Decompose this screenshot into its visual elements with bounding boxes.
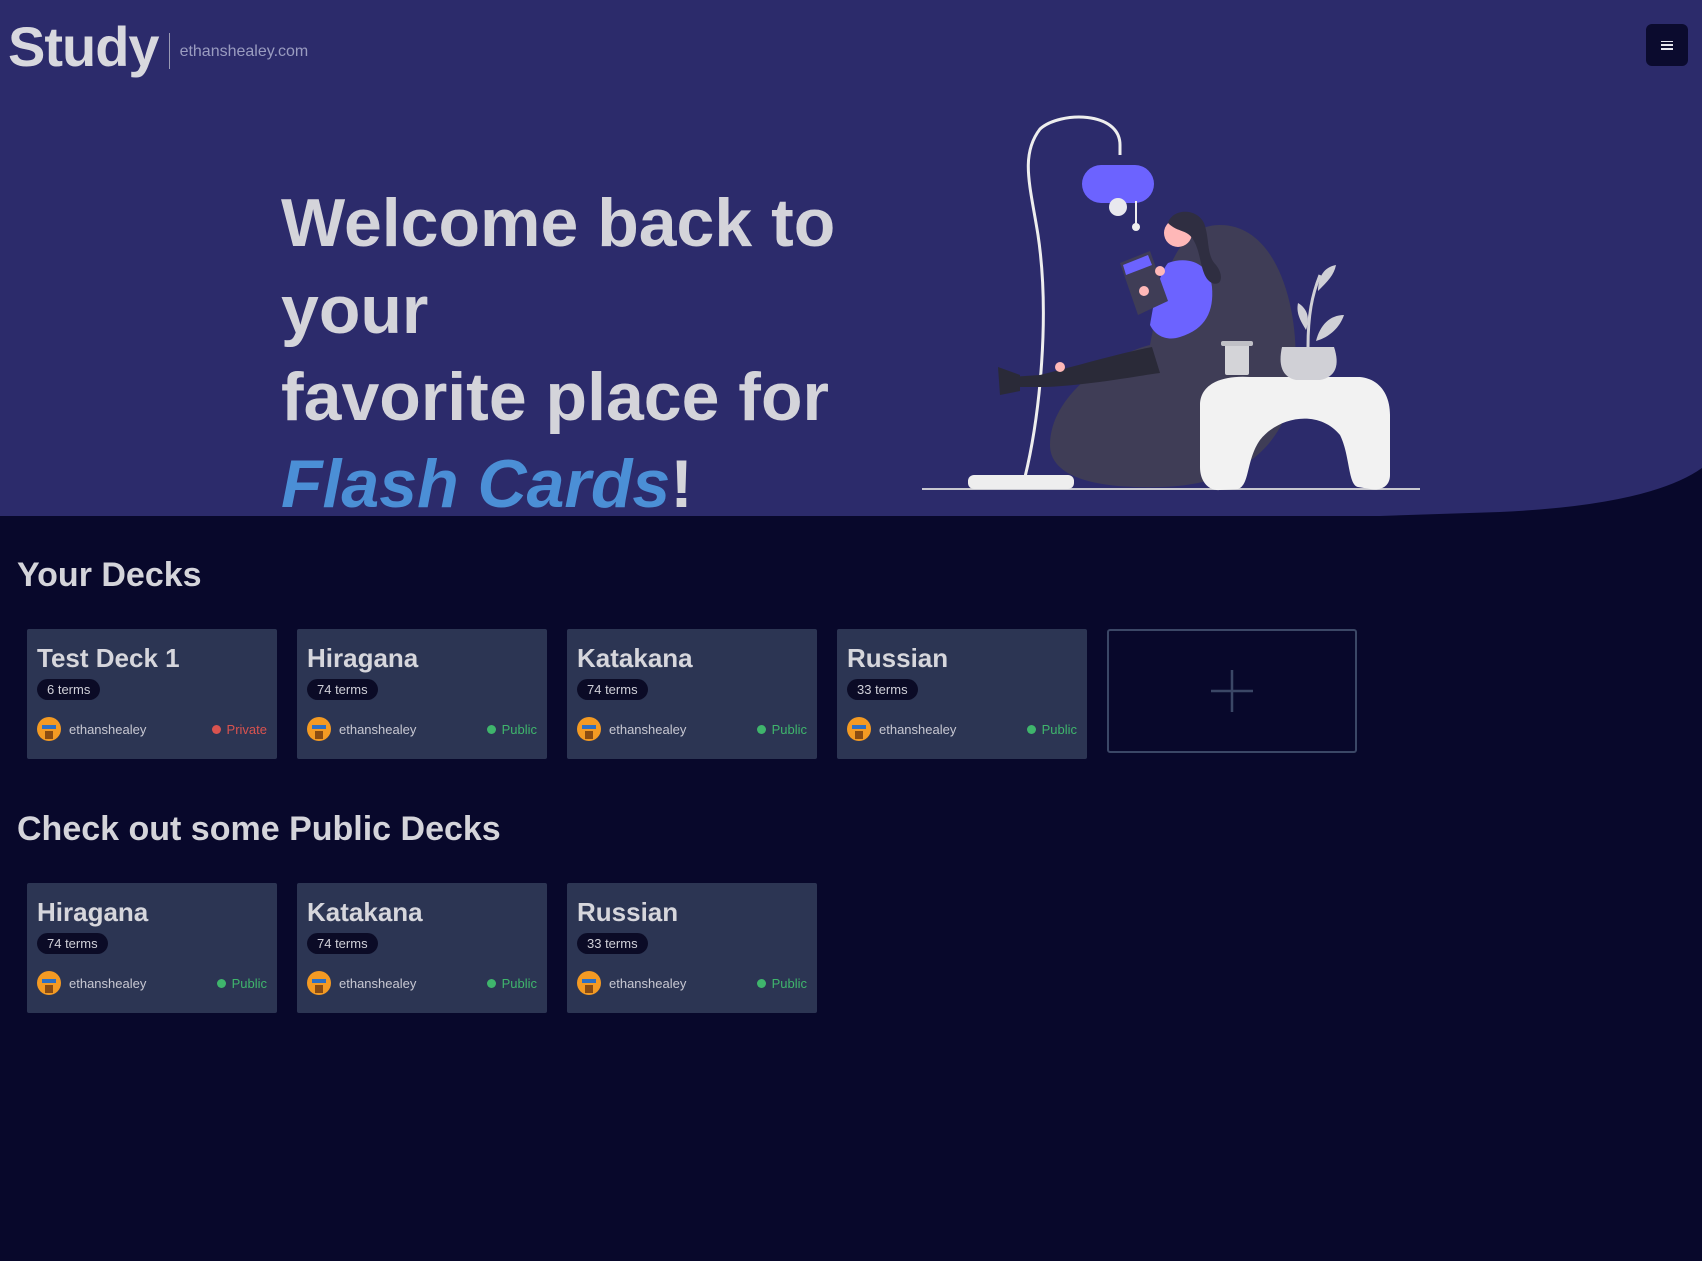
avatar-icon xyxy=(577,717,601,741)
menu-button[interactable] xyxy=(1646,24,1688,66)
deck-footer: ethanshealey Public xyxy=(37,971,267,995)
terms-badge: 33 terms xyxy=(577,933,648,954)
owner-name: ethanshealey xyxy=(609,721,687,737)
visibility-dot-icon xyxy=(211,724,221,734)
deck-title: Katakana xyxy=(307,897,423,927)
deck-title: Katakana xyxy=(577,643,693,673)
deck-card[interactable]: Hiragana 74 terms ethanshealey Public xyxy=(297,629,547,759)
terms-badge: 74 terms xyxy=(37,933,108,954)
welcome-line-2: favorite place for xyxy=(281,359,829,435)
visibility-label: Public xyxy=(771,721,807,737)
avatar-icon xyxy=(37,717,61,741)
deck-title: Russian xyxy=(577,897,679,927)
visibility-label: Public xyxy=(501,721,537,737)
woman-reading-on-beanbag-illustration xyxy=(922,115,1420,491)
owner-name: ethanshealey xyxy=(609,975,687,991)
welcome-heading: Welcome back to your favorite place for … xyxy=(281,180,1001,528)
brand-domain[interactable]: ethanshealey.com xyxy=(180,43,309,61)
visibility-status: Public xyxy=(486,975,537,991)
visibility-dot-icon xyxy=(486,978,496,988)
visibility-label: Public xyxy=(771,975,807,991)
terms-badge: 74 terms xyxy=(307,679,378,700)
deck-card[interactable]: Russian 33 terms ethanshealey Public xyxy=(837,629,1087,759)
deck-footer: ethanshealey Private xyxy=(37,717,267,741)
visibility-dot-icon xyxy=(216,978,226,988)
deck-owner: ethanshealey xyxy=(577,717,686,741)
brand[interactable]: Study ethanshealey.com xyxy=(8,14,308,79)
visibility-label: Private xyxy=(226,721,267,737)
visibility-status: Public xyxy=(1026,721,1077,737)
visibility-dot-icon xyxy=(486,724,496,734)
welcome-line-3: Flash Cards! xyxy=(281,441,1001,528)
deck-footer: ethanshealey Public xyxy=(307,971,537,995)
visibility-label: Public xyxy=(501,975,537,991)
deck-footer: ethanshealey Public xyxy=(847,717,1077,741)
deck-card[interactable]: Katakana 74 terms ethanshealey Public xyxy=(567,629,817,759)
hero-section: Study ethanshealey.com Welcome back to y… xyxy=(0,0,1702,522)
deck-title: Test Deck 1 xyxy=(37,643,180,673)
avatar-icon xyxy=(307,971,331,995)
deck-owner: ethanshealey xyxy=(577,971,686,995)
owner-name: ethanshealey xyxy=(339,975,417,991)
avatar-icon xyxy=(307,717,331,741)
terms-badge: 6 terms xyxy=(37,679,101,700)
visibility-dot-icon xyxy=(756,724,766,734)
owner-name: ethanshealey xyxy=(339,721,417,737)
deck-owner: ethanshealey xyxy=(307,717,416,741)
plus-icon xyxy=(1211,670,1253,712)
deck-card[interactable]: Hiragana 74 terms ethanshealey Public xyxy=(27,883,277,1013)
avatar-icon xyxy=(847,717,871,741)
deck-owner: ethanshealey xyxy=(307,971,416,995)
welcome-line-1: Welcome back to your xyxy=(281,185,836,348)
visibility-status: Private xyxy=(211,721,267,737)
terms-badge: 74 terms xyxy=(577,679,648,700)
deck-footer: ethanshealey Public xyxy=(307,717,537,741)
public-decks-list: Hiragana 74 terms ethanshealey Public Ka… xyxy=(27,883,817,1013)
your-decks-heading: Your Decks xyxy=(17,556,202,594)
add-deck-button[interactable] xyxy=(1107,629,1357,753)
visibility-status: Public xyxy=(756,975,807,991)
brand-divider xyxy=(168,32,170,69)
deck-owner: ethanshealey xyxy=(37,717,146,741)
deck-card[interactable]: Russian 33 terms ethanshealey Public xyxy=(567,883,817,1013)
visibility-label: Public xyxy=(231,975,267,991)
deck-title: Russian xyxy=(847,643,949,673)
avatar-icon xyxy=(37,971,61,995)
hamburger-menu-icon xyxy=(1661,40,1673,50)
visibility-dot-icon xyxy=(1026,724,1036,734)
deck-title: Hiragana xyxy=(37,897,149,927)
visibility-status: Public xyxy=(756,721,807,737)
deck-footer: ethanshealey Public xyxy=(577,717,807,741)
public-decks-heading: Check out some Public Decks xyxy=(17,810,501,848)
deck-owner: ethanshealey xyxy=(37,971,146,995)
welcome-exclamation: ! xyxy=(670,446,693,522)
deck-owner: ethanshealey xyxy=(847,717,956,741)
terms-badge: 33 terms xyxy=(847,679,918,700)
brand-title[interactable]: Study xyxy=(8,14,160,79)
deck-card[interactable]: Katakana 74 terms ethanshealey Public xyxy=(297,883,547,1013)
owner-name: ethanshealey xyxy=(879,721,957,737)
flash-cards-highlight: Flash Cards xyxy=(281,446,671,522)
owner-name: ethanshealey xyxy=(69,975,147,991)
deck-card[interactable]: Test Deck 1 6 terms ethanshealey Private xyxy=(27,629,277,759)
deck-title: Hiragana xyxy=(307,643,419,673)
owner-name: ethanshealey xyxy=(69,721,147,737)
visibility-status: Public xyxy=(216,975,267,991)
terms-badge: 74 terms xyxy=(307,933,378,954)
avatar-icon xyxy=(577,971,601,995)
visibility-label: Public xyxy=(1041,721,1077,737)
visibility-dot-icon xyxy=(756,978,766,988)
deck-footer: ethanshealey Public xyxy=(577,971,807,995)
visibility-status: Public xyxy=(486,721,537,737)
your-decks-list: Test Deck 1 6 terms ethanshealey Private… xyxy=(27,629,1357,759)
